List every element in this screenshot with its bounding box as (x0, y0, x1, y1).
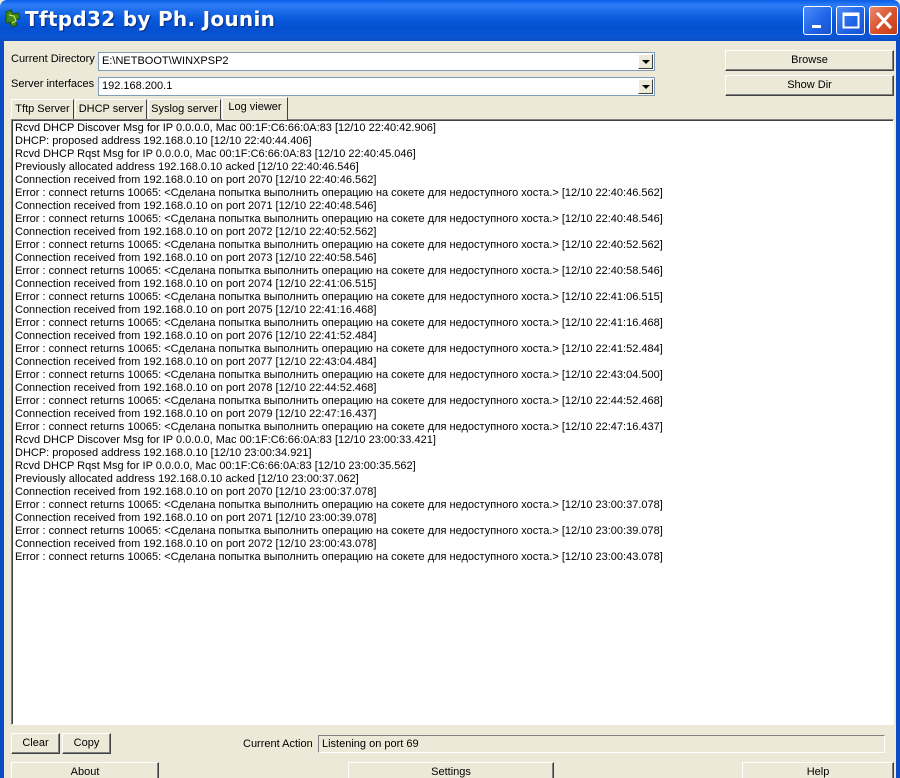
log-line: Connection received from 192.168.0.10 on… (15, 174, 377, 186)
about-button[interactable]: About (11, 762, 159, 778)
log-line: Connection received from 192.168.0.10 on… (15, 512, 377, 524)
server-interfaces-label: Server interfaces (11, 78, 95, 90)
log-line: Error : connect returns 10065: <Сделана … (15, 291, 663, 303)
log-line: Rcvd DHCP Discover Msg for IP 0.0.0.0, M… (15, 122, 436, 134)
server-interfaces-value: 192.168.200.1 (102, 80, 173, 92)
tftpd-app-icon (4, 9, 22, 29)
log-line: Rcvd DHCP Rqst Msg for IP 0.0.0.0, Mac 0… (15, 148, 416, 160)
log-line: Error : connect returns 10065: <Сделана … (15, 499, 663, 511)
tab-log-viewer[interactable]: Log viewer (222, 97, 288, 120)
browse-button[interactable]: Browse (725, 50, 894, 71)
tab-syslog-server[interactable]: Syslog server (148, 99, 221, 119)
log-line: Error : connect returns 10065: <Сделана … (15, 525, 663, 537)
log-line: Error : connect returns 10065: <Сделана … (15, 187, 663, 199)
log-line: Connection received from 192.168.0.10 on… (15, 278, 377, 290)
log-line: Rcvd DHCP Rqst Msg for IP 0.0.0.0, Mac 0… (15, 460, 416, 472)
tab-tftp-server[interactable]: Tftp Server (11, 99, 74, 119)
show-dir-button[interactable]: Show Dir (725, 75, 894, 96)
log-line: Connection received from 192.168.0.10 on… (15, 408, 377, 420)
server-interfaces-combo[interactable]: 192.168.200.1 (98, 77, 655, 96)
server-interfaces-dropdown-button[interactable] (638, 79, 653, 94)
log-line: Error : connect returns 10065: <Сделана … (15, 317, 663, 329)
log-line: DHCP: proposed address 192.168.0.10 [12/… (15, 447, 312, 459)
window-title: Tftpd32 by Ph. Jounin (25, 7, 276, 31)
current-directory-dropdown-button[interactable] (638, 54, 653, 69)
log-line: Connection received from 192.168.0.10 on… (15, 538, 377, 550)
maximize-button[interactable] (836, 6, 865, 35)
clear-button[interactable]: Clear (11, 733, 60, 754)
current-action-value: Listening on port 69 (322, 738, 419, 750)
window-frame-right (896, 41, 900, 778)
log-line: DHCP: proposed address 192.168.0.10 [12/… (15, 135, 312, 147)
log-lines: Rcvd DHCP Discover Msg for IP 0.0.0.0, M… (15, 122, 663, 564)
maximize-icon (842, 12, 860, 29)
help-button[interactable]: Help (742, 762, 894, 778)
current-action-field: Listening on port 69 (318, 735, 885, 753)
log-line: Error : connect returns 10065: <Сделана … (15, 395, 663, 407)
log-line: Error : connect returns 10065: <Сделана … (15, 369, 663, 381)
minimize-button[interactable] (803, 6, 832, 35)
log-line: Connection received from 192.168.0.10 on… (15, 252, 377, 264)
log-line: Error : connect returns 10065: <Сделана … (15, 421, 663, 433)
log-line: Error : connect returns 10065: <Сделана … (15, 551, 663, 563)
log-line: Error : connect returns 10065: <Сделана … (15, 265, 663, 277)
log-line: Previously allocated address 192.168.0.1… (15, 473, 359, 485)
log-viewer-list[interactable]: Rcvd DHCP Discover Msg for IP 0.0.0.0, M… (11, 119, 894, 725)
current-directory-value: E:\NETBOOT\WINXPSP2 (102, 55, 229, 67)
log-line: Rcvd DHCP Discover Msg for IP 0.0.0.0, M… (15, 434, 436, 446)
minimize-icon (812, 25, 821, 28)
log-line: Connection received from 192.168.0.10 on… (15, 304, 377, 316)
close-button[interactable] (869, 6, 898, 35)
log-line: Error : connect returns 10065: <Сделана … (15, 343, 663, 355)
copy-button[interactable]: Copy (62, 733, 111, 754)
log-line: Previously allocated address 192.168.0.1… (15, 161, 359, 173)
chevron-down-icon (642, 60, 650, 64)
current-action-label: Current Action (243, 738, 313, 750)
log-line: Connection received from 192.168.0.10 on… (15, 486, 377, 498)
close-icon (875, 11, 893, 30)
chevron-down-icon (642, 85, 650, 89)
settings-button[interactable]: Settings (348, 762, 554, 778)
window-frame-left (0, 41, 4, 778)
log-line: Connection received from 192.168.0.10 on… (15, 330, 377, 342)
log-line: Error : connect returns 10065: <Сделана … (15, 213, 663, 225)
log-line: Connection received from 192.168.0.10 on… (15, 226, 377, 238)
current-directory-combo[interactable]: E:\NETBOOT\WINXPSP2 (98, 52, 655, 71)
log-line: Error : connect returns 10065: <Сделана … (15, 239, 663, 251)
log-line: Connection received from 192.168.0.10 on… (15, 382, 377, 394)
log-line: Connection received from 192.168.0.10 on… (15, 356, 377, 368)
tab-dhcp-server[interactable]: DHCP server (75, 99, 147, 119)
log-line: Connection received from 192.168.0.10 on… (15, 200, 377, 212)
current-directory-label: Current Directory (11, 53, 95, 65)
title-bar[interactable]: Tftpd32 by Ph. Jounin (0, 0, 900, 41)
